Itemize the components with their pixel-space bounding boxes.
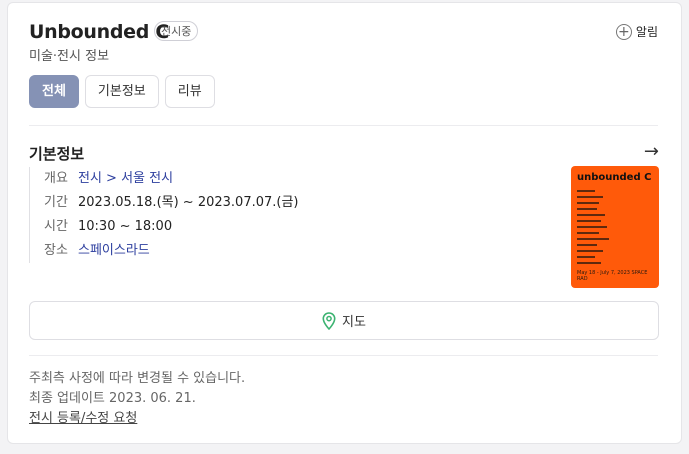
- info-key: 개요: [44, 171, 68, 186]
- info-row-overview: 개요 전시 > 서울 전시: [44, 167, 299, 191]
- info-value: 2023.05.18.(목) ~ 2023.07.07.(금): [78, 195, 299, 210]
- section-title: 기본정보: [29, 145, 85, 163]
- divider: [29, 125, 658, 126]
- poster-text-line: [577, 190, 595, 192]
- poster-text-line: [577, 208, 597, 210]
- poster-text-line: [577, 250, 603, 252]
- status-badge: 전시중: [154, 21, 199, 41]
- poster-footer: May 18 - July 7, 2023 SPACE RAD: [577, 270, 648, 282]
- last-updated-text: 최종 업데이트 2023. 06. 21.: [29, 391, 196, 406]
- tab-basic-info[interactable]: 기본정보: [84, 75, 159, 108]
- divider: [29, 355, 658, 356]
- info-row-time: 시간 10:30 ~ 18:00: [44, 215, 299, 239]
- map-button-label: 지도: [342, 315, 366, 330]
- info-row-period: 기간 2023.05.18.(목) ~ 2023.07.07.(금): [44, 191, 299, 215]
- poster-text-line: [577, 214, 605, 216]
- tab-bar: 전체 기본정보 리뷰: [29, 75, 215, 108]
- poster-text-line: [577, 202, 599, 204]
- alarm-button[interactable]: + 알림: [615, 23, 658, 40]
- report-edit-link[interactable]: 전시 등록/수정 요청: [29, 409, 245, 429]
- info-key: 기간: [44, 195, 68, 210]
- info-key: 장소: [44, 243, 68, 258]
- alarm-label: 알림: [635, 25, 658, 39]
- notice-block: 주최측 사정에 따라 변경될 수 있습니다. 최종 업데이트 2023. 06.…: [29, 369, 245, 429]
- venue-link[interactable]: 스페이스라드: [78, 239, 150, 263]
- poster-text-line: [577, 232, 599, 234]
- info-value: 10:30 ~ 18:00: [78, 219, 173, 234]
- poster-text-line: [577, 256, 595, 258]
- plus-circle-icon: +: [615, 23, 632, 40]
- poster-text-line: [577, 196, 603, 198]
- info-list: 개요 전시 > 서울 전시 기간 2023.05.18.(목) ~ 2023.0…: [29, 167, 299, 263]
- info-key: 시간: [44, 219, 68, 234]
- exhibition-title: Unbounded C: [29, 21, 170, 43]
- exhibition-poster[interactable]: unbounded C May 18 - July 7, 2023 SPACE …: [571, 166, 659, 288]
- notice-text: 주최측 사정에 따라 변경될 수 있습니다.: [29, 371, 246, 386]
- tab-reviews[interactable]: 리뷰: [164, 75, 215, 108]
- poster-text-line: [577, 220, 601, 222]
- category-subtitle: 미술·전시 정보: [29, 49, 110, 64]
- info-row-venue: 장소 스페이스라드: [44, 239, 299, 263]
- map-pin-icon: [322, 311, 336, 330]
- poster-text-line: [577, 238, 609, 240]
- poster-title: unbounded C: [577, 172, 652, 183]
- poster-text-line: [577, 244, 597, 246]
- poster-text-line: [577, 262, 601, 264]
- map-button[interactable]: 지도: [29, 301, 659, 340]
- exhibition-card: Unbounded C 전시중 미술·전시 정보 + 알림 전체 기본정보 리뷰…: [7, 2, 682, 444]
- tab-all[interactable]: 전체: [29, 75, 79, 108]
- arrow-right-icon[interactable]: →: [644, 141, 659, 162]
- category-link[interactable]: 전시 > 서울 전시: [78, 167, 173, 191]
- poster-text-line: [577, 226, 607, 228]
